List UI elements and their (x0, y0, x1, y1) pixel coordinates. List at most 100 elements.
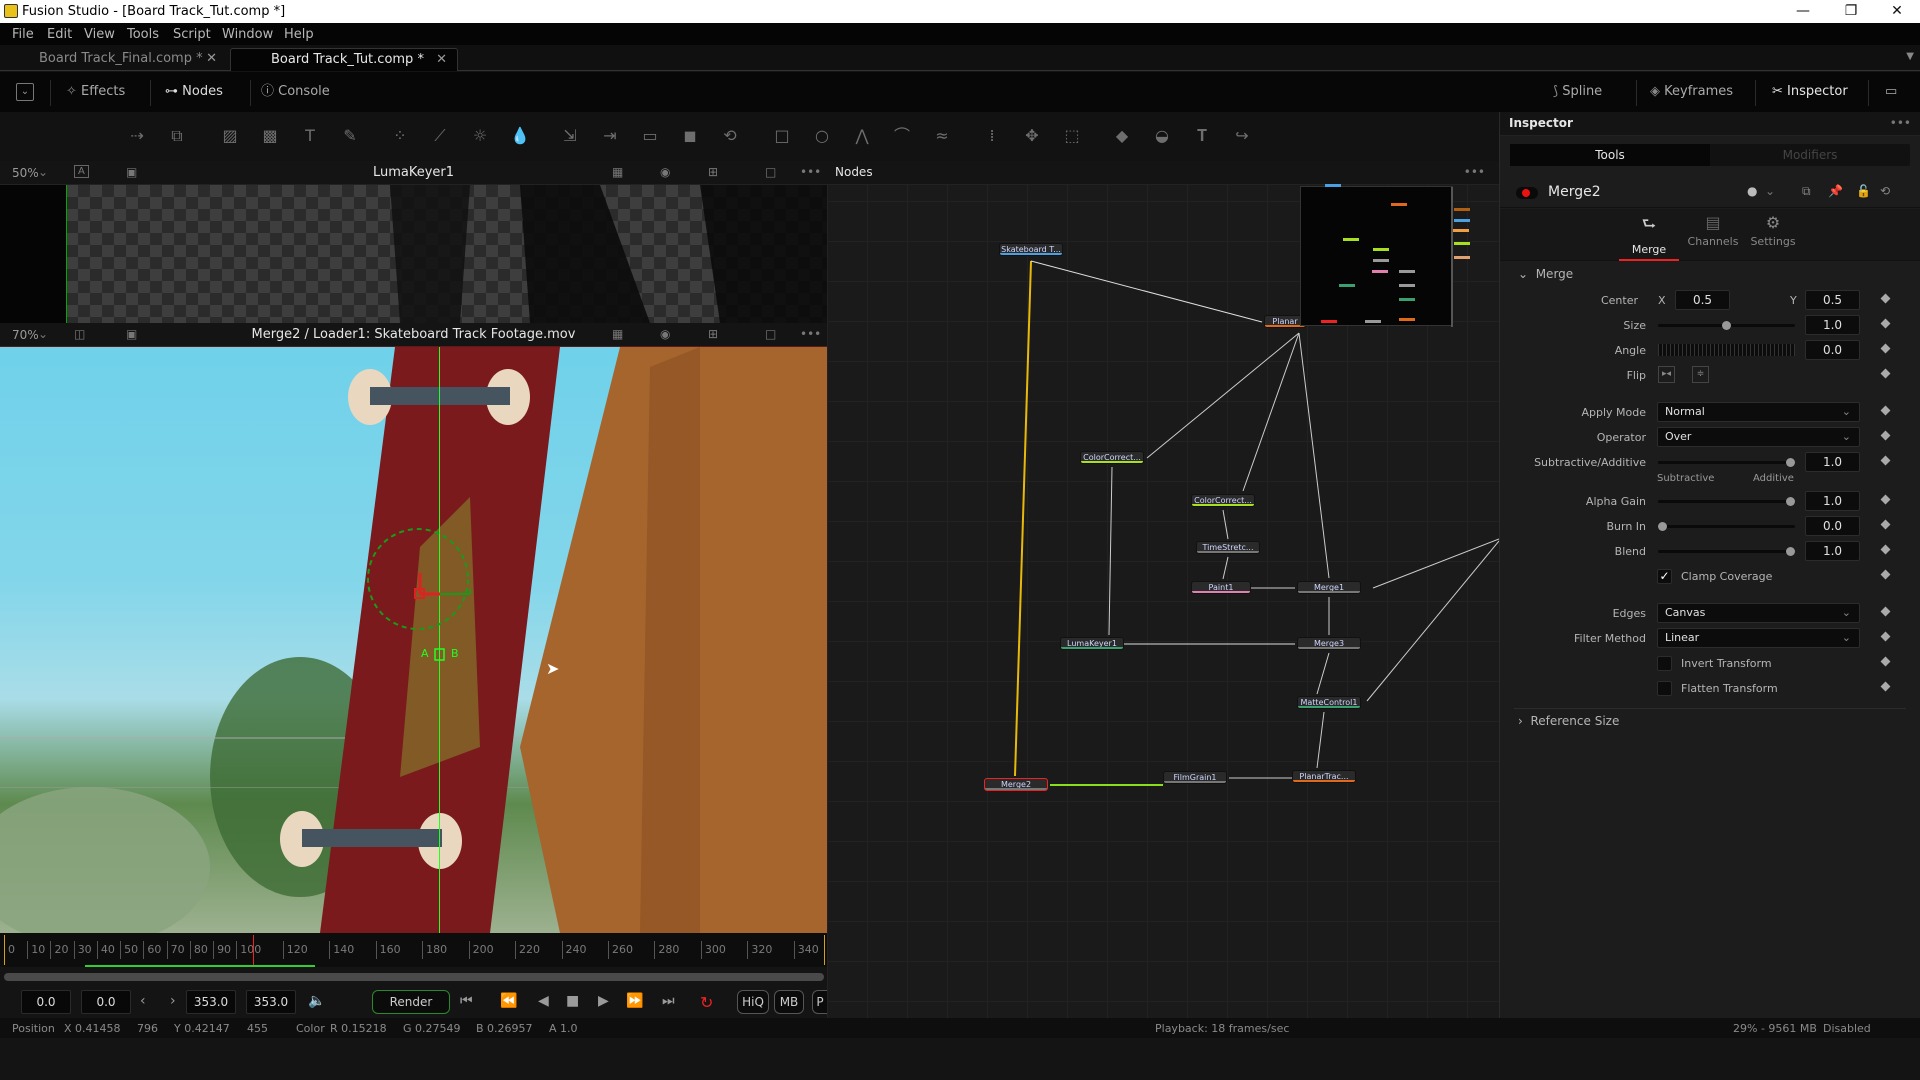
paint-tool-icon[interactable]: ▩ (258, 124, 282, 148)
color-dot-icon[interactable]: ● (1747, 184, 1757, 198)
render3d-tool-icon[interactable]: ◒ (1150, 124, 1174, 148)
mb-button[interactable]: MB (774, 990, 804, 1014)
keyframe-diamond-icon[interactable] (1880, 455, 1891, 466)
menu-window[interactable]: Window (222, 27, 273, 42)
size-slider[interactable] (1658, 321, 1795, 330)
angle-field[interactable]: 0.0 (1805, 340, 1860, 360)
lut-icon[interactable]: ▦ (612, 165, 623, 179)
chevron-down-icon[interactable]: ⌄ (1765, 184, 1775, 198)
versions-icon[interactable]: ⧉ (1802, 184, 1811, 199)
size-field[interactable]: 1.0 (1805, 315, 1860, 335)
tab-tools[interactable]: Tools (1510, 144, 1710, 166)
time-ruler[interactable]: 0 10 20 30 40 50 60 70 80 90 100 120 140 160 180 200 220… (0, 933, 827, 967)
play-reverse-icon[interactable]: ◀ (538, 993, 549, 1009)
background-tool-icon[interactable]: ⇢ (125, 124, 149, 148)
global-start-field[interactable]: 0.0 (21, 990, 71, 1014)
comp-tab-final[interactable]: Board Track_Final.comp * ✕ (12, 48, 227, 71)
subtractive-additive-field[interactable]: 1.0 (1805, 452, 1860, 472)
node-merge2[interactable]: Merge2 (984, 778, 1048, 791)
close-tab-icon[interactable]: ✕ (206, 48, 217, 70)
effects-button[interactable]: ✧ Effects (66, 80, 125, 104)
bspline-tool-icon[interactable]: ○ (810, 124, 834, 148)
inspector-button[interactable]: ✂ Inspector (1772, 80, 1848, 104)
close-button[interactable]: ✕ (1874, 0, 1920, 23)
operator-dropdown[interactable]: Over ⌄ (1657, 427, 1860, 447)
reset-icon[interactable]: ⟲ (1880, 184, 1890, 198)
grid-icon[interactable]: ⊞ (708, 327, 718, 341)
node-timestretch[interactable]: TimeStretc... (1196, 541, 1260, 554)
node-cc1[interactable]: ColorCorrect... (1080, 451, 1144, 464)
loop-icon[interactable]: ↻ (700, 993, 713, 1012)
apply-mode-dropdown[interactable]: Normal ⌄ (1657, 402, 1860, 422)
prev-keyframe-icon[interactable]: ‹ (140, 993, 146, 1009)
minimize-button[interactable]: — (1780, 0, 1826, 23)
console-button[interactable]: ⓘ Console (261, 80, 330, 104)
more-options-icon[interactable]: ••• (1890, 116, 1911, 130)
transform-tool-icon[interactable]: ☼ (468, 124, 492, 148)
close-tab-icon[interactable]: ✕ (436, 49, 447, 71)
burn-in-slider[interactable] (1658, 522, 1795, 531)
lock-icon[interactable]: 🔓 (1856, 184, 1871, 198)
node-merge3[interactable]: Merge3 (1297, 637, 1361, 650)
section-merge-header[interactable]: ⌄ Merge (1518, 267, 1573, 281)
resize-tool-icon[interactable]: ⇲ (558, 124, 582, 148)
center-y-field[interactable]: 0.5 (1805, 290, 1860, 310)
keyframe-diamond-icon[interactable] (1880, 293, 1891, 304)
tab-overflow-icon[interactable]: ▼ (1906, 51, 1914, 62)
viewer2-canvas[interactable]: A B ➤ (0, 347, 827, 933)
flip-horizontal-icon[interactable]: ▸◂ (1658, 366, 1675, 383)
more-options-icon[interactable]: ••• (800, 327, 821, 341)
subtab-settings[interactable]: ⚙ Settings (1743, 209, 1803, 261)
node-cc2[interactable]: ColorCorrect... (1191, 494, 1255, 507)
letterbox-tool-icon[interactable]: ▭ (638, 124, 662, 148)
text-tool-icon[interactable]: ▨ (218, 124, 242, 148)
keyframe-diamond-icon[interactable] (1880, 343, 1891, 354)
range-end-marker[interactable] (824, 935, 825, 965)
range-start-marker[interactable] (4, 935, 5, 965)
go-to-end-icon[interactable]: ⏭ (662, 993, 675, 1009)
particles-tool-icon[interactable]: T (298, 124, 322, 148)
spline-button[interactable]: ⟆ Spline (1553, 80, 1602, 104)
hiq-button[interactable]: HiQ (737, 990, 769, 1014)
keyframe-diamond-icon[interactable] (1880, 405, 1891, 416)
menu-view[interactable]: View (84, 27, 115, 42)
proxy-button[interactable]: P (812, 990, 827, 1014)
slider-knob[interactable] (1722, 321, 1731, 330)
invert-transform-checkbox[interactable] (1657, 656, 1672, 671)
node-merge1[interactable]: Merge1 (1297, 581, 1361, 594)
checker-toggle-icon[interactable]: □ (765, 165, 776, 179)
play-icon[interactable]: ▶ (598, 993, 609, 1009)
ellipse-tool-icon[interactable]: ⟲ (718, 124, 742, 148)
restore-button[interactable]: ❐ (1828, 0, 1874, 23)
angle-thumbwheel[interactable] (1658, 344, 1795, 356)
burn-in-field[interactable]: 0.0 (1805, 516, 1860, 536)
keyframe-diamond-icon[interactable] (1880, 569, 1891, 580)
filter-method-dropdown[interactable]: Linear ⌄ (1657, 628, 1860, 648)
grid-icon[interactable]: ⊞ (708, 165, 718, 179)
subtab-merge[interactable]: ⮑ Merge (1619, 209, 1679, 261)
slider-knob[interactable] (1786, 547, 1795, 556)
nodes-button[interactable]: ⊶ Nodes (165, 80, 223, 104)
render-button[interactable]: Render (372, 990, 450, 1014)
bitmap-tool-icon[interactable]: ⋀ (850, 124, 874, 148)
render-start-field[interactable]: 0.0 (81, 990, 131, 1014)
blend-slider[interactable] (1658, 547, 1795, 556)
menu-file[interactable]: File (12, 27, 34, 42)
more-options-icon[interactable]: ••• (800, 165, 821, 179)
checker-toggle-icon[interactable]: □ (765, 327, 776, 341)
node-lumakeyer1[interactable]: LumaKeyer1 (1060, 637, 1124, 650)
render-end-field[interactable]: 353.0 (186, 990, 236, 1014)
keyframes-button[interactable]: ◈ Keyframes (1650, 80, 1733, 104)
global-end-field[interactable]: 353.0 (246, 990, 296, 1014)
merge-tool-icon[interactable]: ⧉ (165, 124, 189, 148)
slider-knob[interactable] (1658, 522, 1667, 531)
step-forward-icon[interactable]: ⏩ (626, 993, 643, 1009)
merge3d-tool-icon[interactable]: ◆ (1110, 124, 1134, 148)
keyframe-diamond-icon[interactable] (1880, 606, 1891, 617)
blur-tool-icon[interactable]: ⟋ (428, 124, 452, 148)
shape3d-tool-icon[interactable]: ✥ (1020, 124, 1044, 148)
slider-knob[interactable] (1786, 458, 1795, 467)
keyframe-diamond-icon[interactable] (1880, 318, 1891, 329)
clamp-coverage-checkbox[interactable]: ✓ (1657, 569, 1672, 584)
edges-dropdown[interactable]: Canvas ⌄ (1657, 603, 1860, 623)
